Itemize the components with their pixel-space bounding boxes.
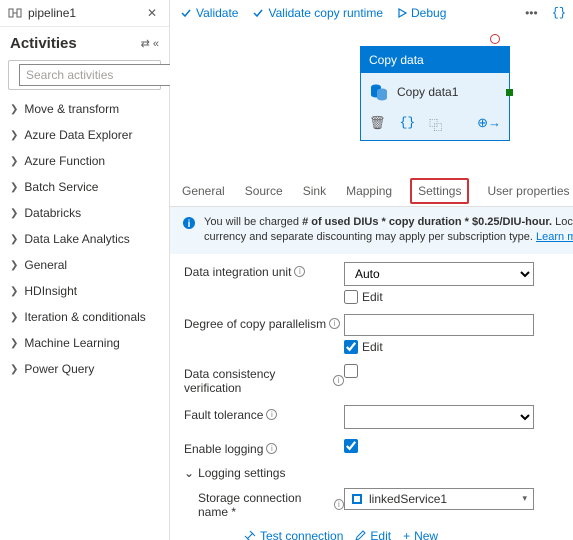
activities-heading: Activities [10, 35, 141, 52]
clone-icon[interactable]: ⿻ [429, 115, 442, 134]
validate-button[interactable]: Validate [180, 6, 238, 20]
pipeline-title: pipeline1 [28, 6, 143, 20]
toolbar-more-icon[interactable]: ••• [525, 6, 538, 20]
chevron-down-icon: ⌄ [184, 466, 194, 480]
node-code-icon[interactable]: {} [400, 115, 416, 134]
code-view-icon[interactable]: {} [552, 6, 566, 20]
search-input[interactable] [19, 64, 188, 86]
learn-more-link[interactable]: Learn more [536, 231, 573, 243]
svg-text:i: i [188, 219, 191, 230]
chevron-right-icon: ❯ [10, 156, 18, 167]
edit-connection-button[interactable]: Edit [355, 529, 391, 540]
diu-edit-checkbox[interactable] [344, 290, 358, 304]
node-name: Copy data1 [397, 85, 458, 99]
validate-runtime-button[interactable]: Validate copy runtime [252, 6, 383, 20]
chevron-right-icon: ❯ [10, 338, 18, 349]
node-output-icon[interactable]: ⊕→ [477, 115, 501, 134]
activities-tree: ❯Move & transform❯Azure Data Explorer❯Az… [0, 96, 169, 540]
consistency-checkbox[interactable] [344, 364, 358, 378]
diu-label: Data integration unit [184, 265, 291, 279]
tab-mapping[interactable]: Mapping [344, 176, 394, 206]
new-connection-button[interactable]: +New [403, 529, 438, 540]
pencil-icon [355, 530, 366, 540]
tree-item[interactable]: ❯General [0, 252, 169, 278]
chevron-right-icon: ❯ [10, 364, 18, 375]
info-icon[interactable]: i [329, 318, 340, 329]
plus-icon: + [403, 529, 410, 540]
test-connection-button[interactable]: Test connection [244, 529, 343, 540]
tree-item[interactable]: ❯Iteration & conditionals [0, 304, 169, 330]
parallelism-edit-checkbox[interactable] [344, 340, 358, 354]
storage-connection-select[interactable]: linkedService1 ▾ [344, 488, 534, 510]
consistency-label: Data consistency verification [184, 367, 330, 395]
search-input-wrap[interactable] [8, 60, 161, 90]
fault-select[interactable] [344, 405, 534, 429]
check-icon [180, 7, 192, 19]
tab-source[interactable]: Source [243, 176, 285, 206]
pipeline-canvas[interactable]: Copy data Copy data1 🗑 {} ⿻ ⊕→ ⊡ + [170, 26, 573, 176]
expand-collapse-icon[interactable]: ⇄ « [141, 37, 159, 50]
storage-conn-label: Storage connection name * [198, 491, 331, 519]
chevron-right-icon: ❯ [10, 234, 18, 245]
info-icon[interactable]: i [266, 443, 277, 454]
validation-error-icon[interactable] [490, 34, 500, 44]
chevron-right-icon: ❯ [10, 130, 18, 141]
tab-settings[interactable]: Settings [410, 178, 469, 204]
copy-data-icon [369, 83, 389, 101]
node-success-handle[interactable] [506, 89, 513, 96]
pipeline-icon [8, 6, 22, 20]
chevron-right-icon: ❯ [10, 104, 18, 115]
info-icon[interactable]: i [294, 266, 305, 277]
info-icon[interactable]: i [333, 375, 344, 386]
info-icon[interactable]: i [266, 409, 277, 420]
copy-data-node[interactable]: Copy data Copy data1 🗑 {} ⿻ ⊕→ [360, 46, 510, 141]
logging-checkbox[interactable] [344, 439, 358, 453]
fault-label: Fault tolerance [184, 408, 263, 422]
tab-sink[interactable]: Sink [301, 176, 328, 206]
close-icon[interactable]: ✕ [143, 6, 161, 20]
info-icon[interactable]: i [334, 499, 344, 510]
logging-settings-toggle[interactable]: ⌄Logging settings [184, 466, 573, 480]
parallelism-label: Degree of copy parallelism [184, 317, 326, 331]
tab-user-properties[interactable]: User properties [485, 176, 571, 206]
tree-item[interactable]: ❯Azure Data Explorer [0, 122, 169, 148]
chevron-right-icon: ❯ [10, 312, 18, 323]
tree-item[interactable]: ❯Machine Learning [0, 330, 169, 356]
chevron-right-icon: ❯ [10, 260, 18, 271]
chevron-right-icon: ❯ [10, 286, 18, 297]
connection-icon [244, 530, 256, 540]
diu-select[interactable]: Auto [344, 262, 534, 286]
tree-item[interactable]: ❯Power Query [0, 356, 169, 382]
info-icon: i [182, 216, 196, 230]
parallelism-input[interactable] [344, 314, 534, 336]
pricing-info-banner: i You will be charged # of used DIUs * c… [170, 207, 573, 254]
debug-button[interactable]: Debug [397, 6, 446, 20]
play-icon [397, 8, 407, 18]
settings-tabs: General Source Sink Mapping Settings User pro… [170, 176, 573, 207]
tree-item[interactable]: ❯Azure Function [0, 148, 169, 174]
chevron-right-icon: ❯ [10, 182, 18, 193]
tree-item[interactable]: ❯Batch Service [0, 174, 169, 200]
delete-icon[interactable]: 🗑 [369, 115, 386, 134]
tab-general[interactable]: General [180, 176, 227, 206]
chevron-right-icon: ❯ [10, 208, 18, 219]
chevron-down-icon: ▾ [522, 493, 527, 504]
tree-item[interactable]: ❯HDInsight [0, 278, 169, 304]
node-header: Copy data [361, 47, 509, 73]
tree-item[interactable]: ❯Databricks [0, 200, 169, 226]
check-icon [252, 7, 264, 19]
pipeline-tab[interactable]: pipeline1 ✕ [0, 0, 169, 27]
tree-item[interactable]: ❯Move & transform [0, 96, 169, 122]
tree-item[interactable]: ❯Data Lake Analytics [0, 226, 169, 252]
logging-label: Enable logging [184, 442, 263, 456]
linked-service-icon [351, 493, 363, 505]
